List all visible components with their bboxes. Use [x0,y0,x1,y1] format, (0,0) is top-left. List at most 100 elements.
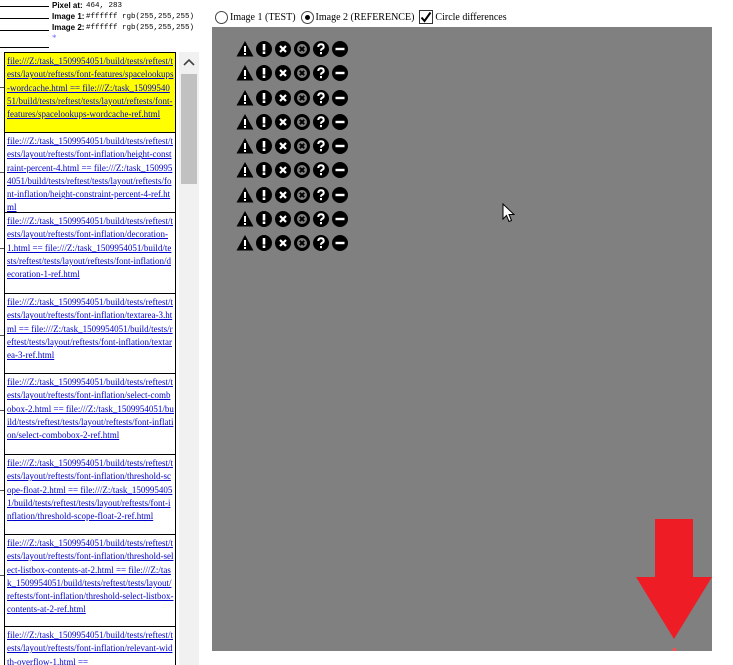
x-outline-circle-icon [293,113,312,131]
icon-row [236,161,350,179]
x-circle-icon [274,113,293,131]
x-circle-icon [274,161,293,179]
test-list-item[interactable]: file:///Z:/task_1509954051/build/tests/r… [4,373,176,454]
image2-radio-option[interactable]: Image 2 (REFERENCE) [300,10,415,24]
test-list-item[interactable]: file:///Z:/task_1509954051/build/tests/r… [4,534,176,626]
image2-radio-label[interactable]: Image 2 (REFERENCE) [316,12,415,23]
warning-triangle-icon [236,234,255,252]
image1-radio-label[interactable]: Image 1 (TEST) [230,12,296,23]
warning-triangle-icon [236,161,255,179]
x-outline-circle-icon [293,210,312,228]
icon-row [236,64,350,82]
test-list-item[interactable]: file:///Z:/task_1509954051/build/tests/r… [4,212,176,293]
question-circle-icon [312,210,331,228]
question-circle-icon [312,137,331,155]
test-list-panel: file:///Z:/task_1509954051/build/tests/r… [0,52,200,665]
test-link[interactable]: file:///Z:/task_1509954051/build/tests/r… [7,136,173,212]
test-list-item[interactable]: file:///Z:/task_1509954051/build/tests/r… [4,52,176,132]
x-outline-circle-icon [293,161,312,179]
question-circle-icon [312,113,331,131]
minus-circle-icon [331,234,350,252]
question-circle-icon [312,89,331,107]
scroll-up-button[interactable] [179,52,199,72]
test-list-item[interactable]: file:///Z:/task_1509954051/build/tests/r… [4,132,176,212]
image-viewport[interactable] [212,27,712,651]
minus-circle-icon [331,64,350,82]
x-outline-circle-icon [293,40,312,58]
warning-triangle-icon [236,210,255,228]
list-scrollbar[interactable] [179,52,199,665]
warning-triangle-icon [236,113,255,131]
x-outline-circle-icon [293,137,312,155]
checkmark-icon [421,11,432,23]
x-circle-icon [274,186,293,204]
exclamation-circle-icon [255,64,274,82]
minus-circle-icon [331,186,350,204]
question-circle-icon [312,40,331,58]
warning-triangle-icon [236,40,255,58]
icon-row [236,186,350,204]
warning-triangle-icon [236,137,255,155]
exclamation-circle-icon [255,210,274,228]
test-link[interactable]: file:///Z:/task_1509954051/build/tests/r… [7,297,173,360]
exclamation-circle-icon [255,40,274,58]
question-circle-icon [312,64,331,82]
icon-row [236,234,350,252]
circle-differences-checkbox[interactable] [419,10,434,24]
image2-info-value: #ffffff rgb(255,255,255) [86,24,195,32]
question-circle-icon [312,161,331,179]
test-link[interactable]: file:///Z:/task_1509954051/build/tests/r… [7,216,173,279]
info-star: * [52,33,57,43]
chevron-up-icon [183,58,195,66]
minus-circle-icon [331,210,350,228]
image2-radio[interactable] [300,10,314,24]
pixel-info-panel: Pixel at: 464, 283 Image 1: #ffffff rgb(… [0,0,210,50]
circle-differences-label[interactable]: Circle differences [435,12,506,23]
test-link[interactable]: file:///Z:/task_1509954051/build/tests/r… [7,538,173,614]
test-list-item[interactable]: file:///Z:/task_1509954051/build/tests/r… [4,454,176,534]
info-divider [0,47,49,48]
test-link[interactable]: file:///Z:/task_1509954051/build/tests/r… [7,56,173,119]
exclamation-circle-icon [255,89,274,107]
x-outline-circle-icon [293,186,312,204]
icon-row [236,137,350,155]
test-link[interactable]: file:///Z:/task_1509954051/build/tests/r… [7,377,174,440]
icon-row [236,89,350,107]
test-list-item[interactable]: file:///Z:/task_1509954051/build/tests/r… [4,293,176,373]
warning-triangle-icon [236,64,255,82]
test-link[interactable]: file:///Z:/task_1509954051/build/tests/r… [7,630,173,665]
minus-circle-icon [331,89,350,107]
red-arrow-icon [636,519,712,639]
x-circle-icon [274,89,293,107]
x-circle-icon [274,234,293,252]
test-list-item[interactable]: file:///Z:/task_1509954051/build/tests/r… [4,626,176,665]
exclamation-circle-icon [255,113,274,131]
exclamation-circle-icon [255,137,274,155]
circle-differences-option[interactable]: Circle differences [419,10,507,24]
image1-radio-option[interactable]: Image 1 (TEST) [215,10,296,24]
x-outline-circle-icon [293,234,312,252]
x-circle-icon [274,210,293,228]
image2-row: Image 2: #ffffff rgb(255,255,255) [0,22,210,34]
icon-row [236,113,350,131]
icon-row [236,40,350,58]
exclamation-circle-icon [255,234,274,252]
question-circle-icon [312,234,331,252]
mouse-cursor-icon [502,203,516,223]
scroll-thumb[interactable] [181,74,197,184]
x-circle-icon [274,64,293,82]
exclamation-circle-icon [255,186,274,204]
minus-circle-icon [331,40,350,58]
test-link[interactable]: file:///Z:/task_1509954051/build/tests/r… [7,458,173,521]
test-list: file:///Z:/task_1509954051/build/tests/r… [4,52,176,665]
x-circle-icon [274,40,293,58]
question-circle-icon [312,186,331,204]
warning-triangle-icon [236,186,255,204]
image1-radio[interactable] [215,10,228,24]
x-outline-circle-icon [293,89,312,107]
icon-row [236,210,350,228]
x-circle-icon [274,137,293,155]
warning-triangle-icon [236,89,255,107]
difference-marker [673,648,676,651]
minus-circle-icon [331,113,350,131]
